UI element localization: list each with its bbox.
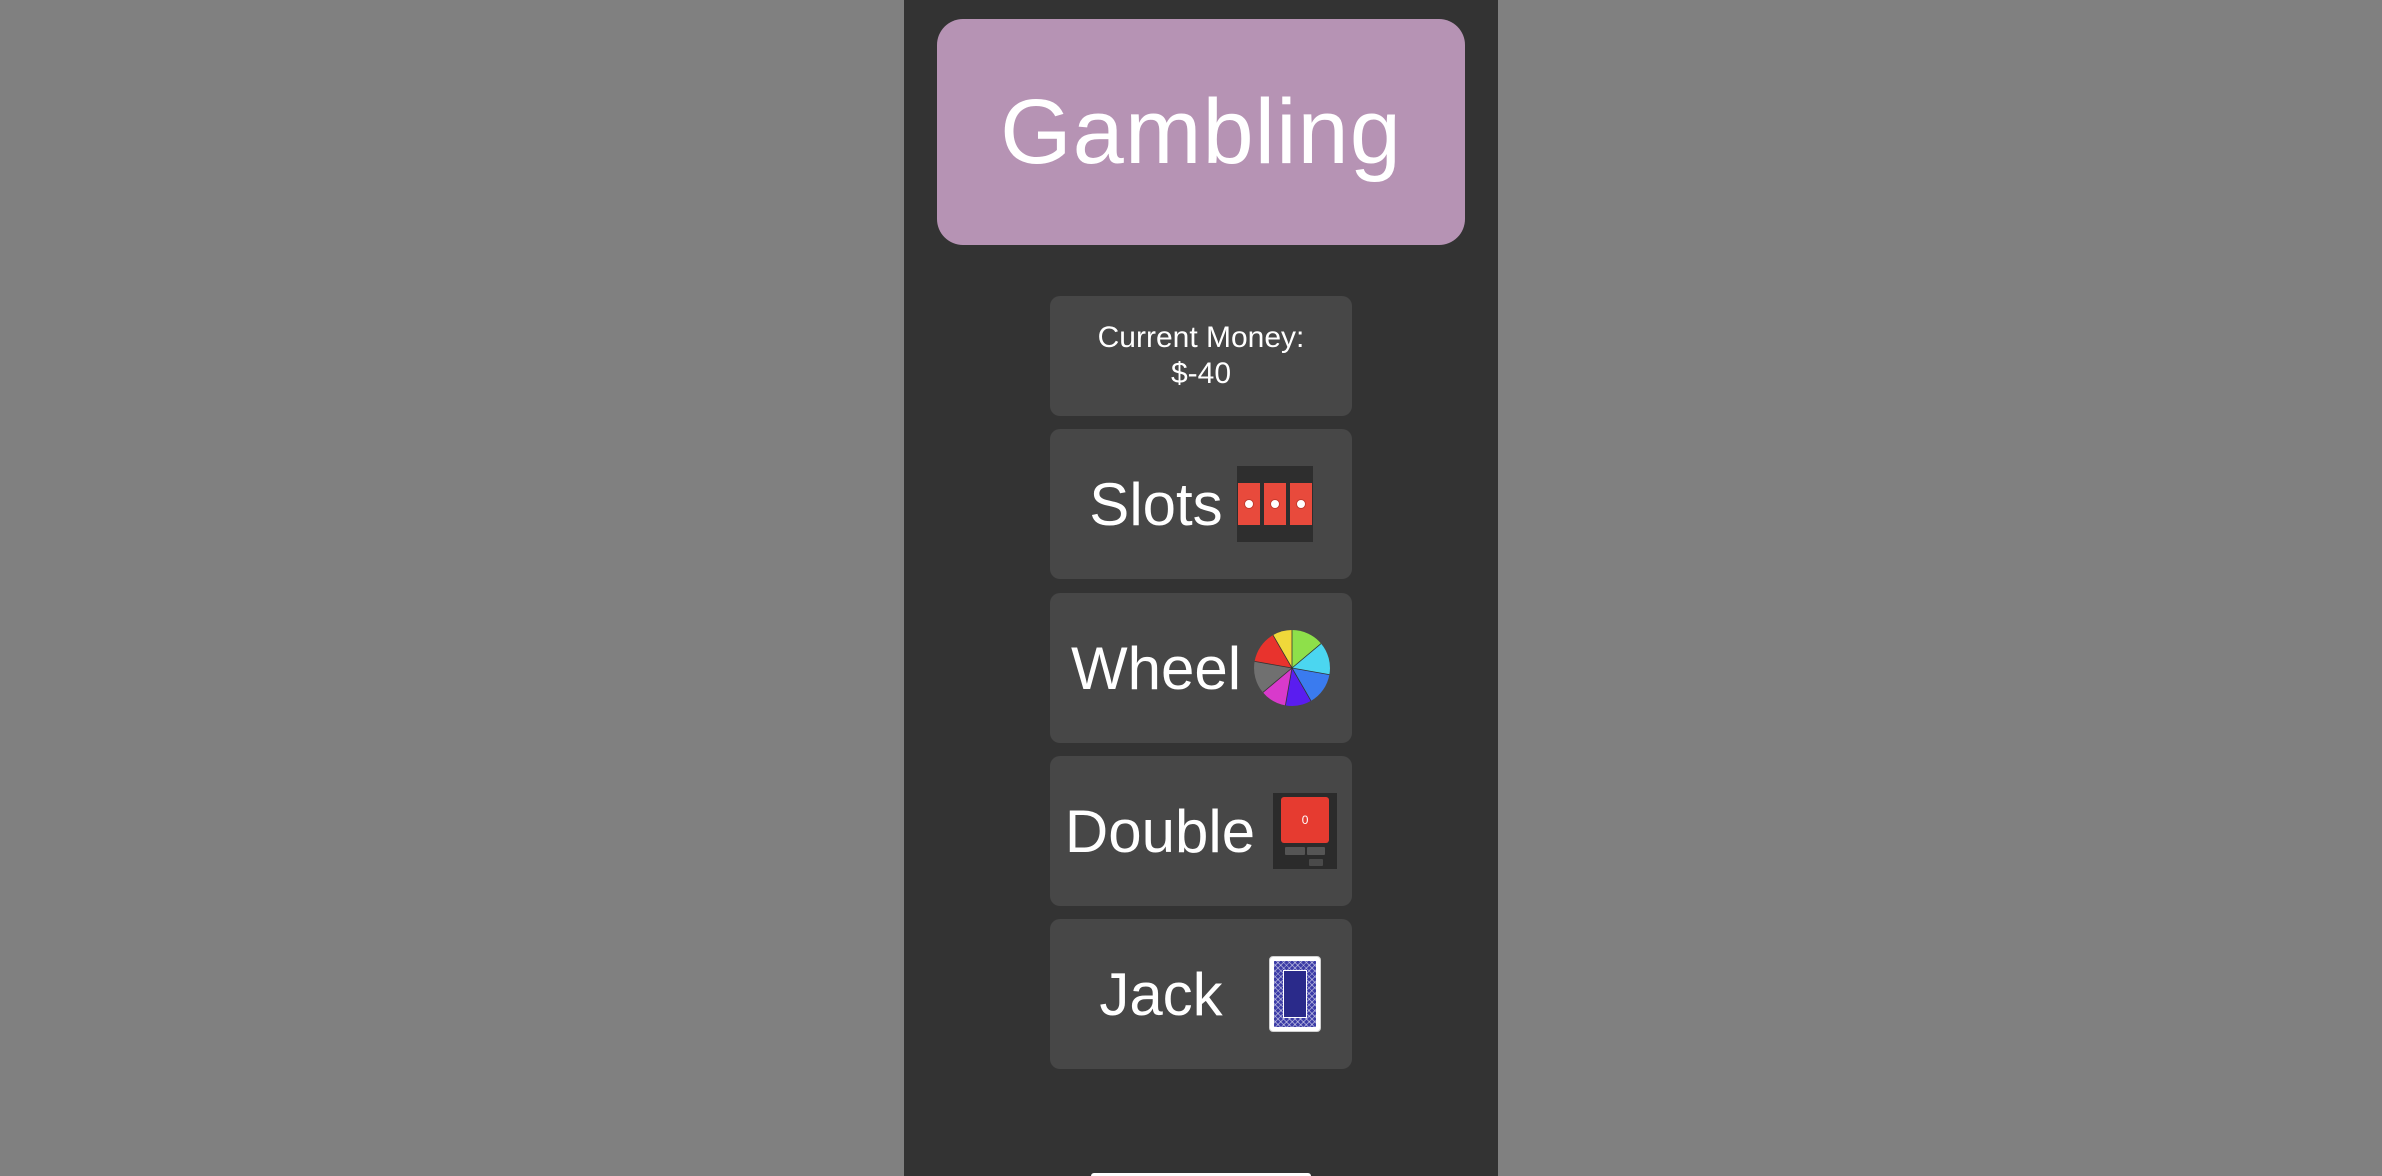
current-money-label: Current Money: <box>1097 321 1305 354</box>
jack-label: Jack <box>1099 960 1223 1028</box>
card-back-icon <box>1268 956 1321 1032</box>
jack-button[interactable]: Jack <box>1050 919 1352 1069</box>
wheel-label: Wheel <box>1070 634 1242 702</box>
current-money-value: $-40 <box>1170 357 1232 390</box>
double-game-icon: 0 <box>1273 793 1338 869</box>
double-tile: 0 <box>1281 797 1330 843</box>
slot-reel <box>1237 483 1260 525</box>
slots-label: Slots <box>1089 470 1223 538</box>
double-button[interactable]: Double 0 <box>1050 756 1352 906</box>
page-title: Gambling <box>1000 80 1402 183</box>
header-banner: Gambling <box>937 19 1465 245</box>
slot-reel <box>1289 483 1312 525</box>
slot-reel <box>1263 483 1286 525</box>
wheel-icon <box>1254 630 1331 706</box>
app-screen: Gambling Current Money: $-40 Slots Wheel <box>904 0 1498 1176</box>
double-label: Double <box>1064 797 1256 865</box>
wheel-button[interactable]: Wheel <box>1050 593 1352 743</box>
current-money-card: Current Money: $-40 <box>1050 296 1352 416</box>
slots-button[interactable]: Slots <box>1050 429 1352 579</box>
slot-machine-icon <box>1236 466 1313 542</box>
